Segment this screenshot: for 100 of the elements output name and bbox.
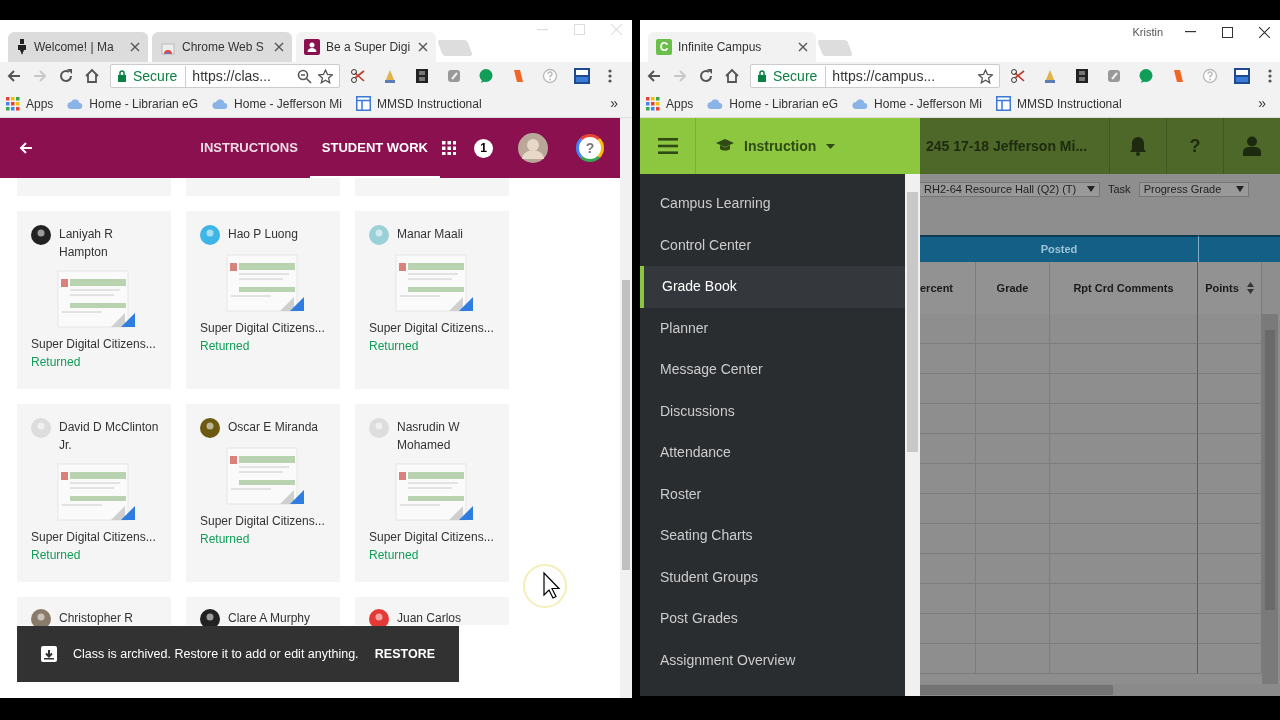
submission-card[interactable]: Juan Carlos: [355, 597, 509, 625]
menu-item[interactable]: Roster: [640, 473, 905, 515]
menu-item[interactable]: Planner: [640, 307, 905, 349]
maximize-icon[interactable]: [1222, 26, 1233, 38]
avatar-icon: [200, 225, 220, 245]
submission-card[interactable]: David D McClinton Jr. Super Digital Citizens... Returned: [17, 404, 171, 582]
scrollbar-thumb[interactable]: [622, 280, 630, 570]
profile-name[interactable]: Kristin: [1132, 24, 1163, 41]
apps-grid-icon[interactable]: [442, 141, 456, 155]
table-cell: [1198, 494, 1262, 524]
graduation-cap-icon: [716, 139, 734, 153]
menu-item[interactable]: Message Center: [640, 349, 905, 391]
star-icon[interactable]: [978, 68, 993, 84]
bookmark[interactable]: Home - Jefferson Mi: [212, 94, 342, 113]
menu-item[interactable]: Control Center: [640, 224, 905, 266]
instruction-menu-button[interactable]: Instruction: [716, 135, 836, 157]
scrollbar-track[interactable]: [1262, 314, 1278, 684]
menu-item[interactable]: Discussions: [640, 390, 905, 432]
bookmark[interactable]: Home - Jefferson Mi: [852, 94, 982, 113]
rounded-square-icon[interactable]: [1106, 68, 1122, 84]
table-cell: [1198, 644, 1262, 674]
nav-tab[interactable]: STUDENT WORK: [309, 118, 440, 178]
bell-icon[interactable]: [1129, 136, 1147, 156]
close-icon[interactable]: [274, 42, 284, 52]
home-icon[interactable]: [84, 68, 100, 84]
more-bookmarks-button[interactable]: »: [610, 93, 618, 114]
close-icon[interactable]: [130, 42, 140, 52]
nav-tab[interactable]: INSTRUCTIONS: [188, 118, 310, 178]
close-icon[interactable]: [1259, 26, 1270, 38]
address-bar[interactable]: Secure https://clas...: [110, 64, 340, 88]
scrollbar-thumb[interactable]: [920, 685, 1113, 695]
new-badge-icon[interactable]: [1234, 68, 1250, 84]
scrollbar-thumb[interactable]: [907, 192, 918, 452]
submission-card[interactable]: Nasrudin W Mohamed Super Digital Citizens... Returned: [355, 404, 509, 582]
zoom-icon[interactable]: [297, 68, 312, 84]
bookmark[interactable]: Apps: [646, 94, 694, 113]
submission-card[interactable]: Christopher R: [17, 597, 171, 625]
cone-icon[interactable]: [1042, 68, 1058, 84]
avatar-icon[interactable]: [518, 133, 548, 163]
back-icon[interactable]: [18, 140, 34, 156]
menu-item[interactable]: Attendance: [640, 432, 905, 474]
film-icon[interactable]: [414, 68, 430, 84]
bookmark[interactable]: MMSD Instructional: [995, 94, 1122, 113]
table-cell: [1198, 344, 1262, 374]
browser-tab[interactable]: Welcome! | Ma: [8, 32, 148, 62]
reload-icon[interactable]: [58, 68, 74, 84]
column-header[interactable]: Points: [1198, 262, 1262, 314]
rounded-square-icon[interactable]: [446, 68, 462, 84]
bookmark[interactable]: Home - Librarian eG: [707, 94, 839, 113]
assignment-title: Super Digital Citizens...: [31, 529, 157, 546]
menu-icon[interactable]: [608, 68, 612, 84]
user-icon[interactable]: [1243, 136, 1261, 156]
back-icon[interactable]: [646, 68, 662, 84]
reload-icon[interactable]: [698, 68, 714, 84]
bookmark[interactable]: Apps: [6, 94, 54, 113]
submission-card[interactable]: Manar Maali Super Digital Citizens... Returned: [355, 211, 509, 389]
submission-card[interactable]: Hao P Luong Super Digital Citizens... Returned: [186, 211, 340, 389]
notification-badge[interactable]: 1: [474, 138, 493, 158]
browser-tab[interactable]: C Infinite Campus: [648, 32, 816, 62]
new-badge-icon[interactable]: [574, 68, 590, 84]
close-icon[interactable]: [798, 42, 808, 52]
home-icon[interactable]: [724, 68, 740, 84]
column-header[interactable]: Rpt Crd Comments: [1050, 262, 1198, 314]
speech-bubble-icon[interactable]: [1138, 68, 1154, 84]
menu-item[interactable]: Student Groups: [640, 556, 905, 598]
cone-icon[interactable]: [382, 68, 398, 84]
more-bookmarks-button[interactable]: »: [1258, 93, 1266, 114]
restore-button[interactable]: RESTORE: [374, 644, 435, 664]
browser-tab[interactable]: Be a Super Digi: [296, 32, 436, 62]
scrollbar-track[interactable]: [920, 684, 1280, 696]
address-bar[interactable]: Secure https://campus...: [750, 64, 1000, 88]
submission-card[interactable]: Clare A Murphy: [186, 597, 340, 625]
section-select[interactable]: RH2-64 Resource Hall (Q2) (T): [920, 181, 1100, 197]
minimize-icon[interactable]: [1185, 31, 1196, 34]
bookmark[interactable]: MMSD Instructional: [355, 94, 482, 113]
scissors-icon[interactable]: [350, 68, 366, 84]
column-header[interactable]: ercent: [920, 262, 976, 314]
back-icon[interactable]: [6, 68, 22, 84]
close-icon[interactable]: [418, 42, 428, 52]
menu-icon[interactable]: [657, 138, 678, 154]
menu-item[interactable]: Assignment Overview: [640, 639, 905, 681]
speech-bubble-icon[interactable]: [478, 68, 494, 84]
table-cell: [920, 524, 976, 554]
film-icon[interactable]: [1074, 68, 1090, 84]
tab-title: Welcome! | Ma: [34, 39, 115, 56]
menu-item[interactable]: Seating Charts: [640, 515, 905, 557]
menu-icon[interactable]: [1268, 68, 1272, 84]
menu-item[interactable]: Grade Book: [640, 266, 905, 308]
submission-card[interactable]: Oscar E Miranda Super Digital Citizens... Returned: [186, 404, 340, 582]
submission-card[interactable]: Laniyah R Hampton Super Digital Citizens... Returned: [17, 211, 171, 389]
column-header[interactable]: Grade: [976, 262, 1050, 314]
bookmark[interactable]: Home - Librarian eG: [67, 94, 199, 113]
help-button[interactable]: ?: [576, 134, 604, 162]
table-cell: [1198, 554, 1262, 584]
task-select[interactable]: Progress Grade: [1138, 181, 1249, 197]
menu-item[interactable]: Post Grades: [640, 598, 905, 640]
star-icon[interactable]: [318, 68, 333, 84]
menu-item[interactable]: Campus Learning: [640, 183, 905, 225]
scissors-icon[interactable]: [1010, 68, 1026, 84]
browser-tab[interactable]: Chrome Web S: [152, 32, 292, 62]
